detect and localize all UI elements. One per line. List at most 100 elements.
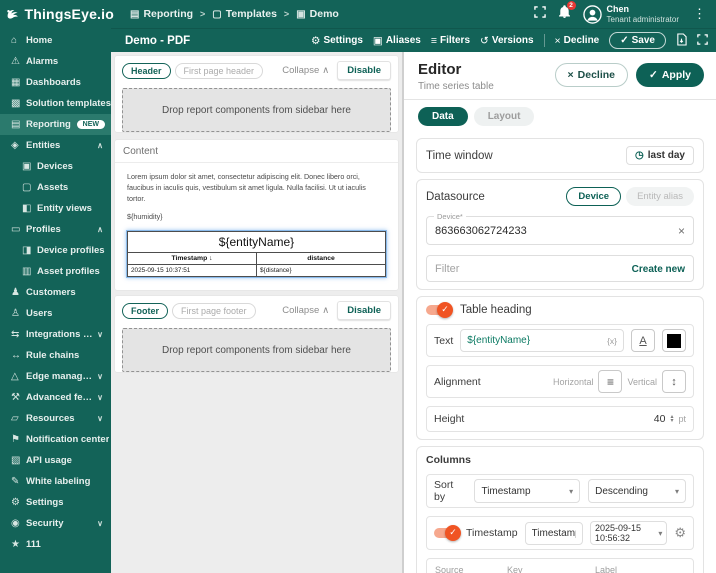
advanced-features-icon: ⚒ — [11, 392, 20, 403]
header-collapse-button[interactable]: Collapse ∧ — [282, 65, 329, 76]
content-variable[interactable]: ${humidity} — [115, 204, 398, 221]
settings-button[interactable]: ⚙ Settings — [311, 35, 363, 47]
chevron-up-icon: ∧ — [322, 65, 330, 76]
sidebar-item-111[interactable]: ★ 111 — [0, 534, 111, 555]
report-col-timestamp[interactable]: Timestamp ↓ — [127, 252, 257, 266]
sidebar-item-device-profiles[interactable]: ◨ Device profiles — [0, 240, 111, 261]
footer-tag-pill[interactable]: Footer — [122, 302, 168, 319]
sidebar-item-home[interactable]: ⌂ Home — [0, 30, 111, 51]
more-menu-button[interactable]: ⋮ — [691, 6, 708, 22]
brand-logo[interactable]: ThingsEye.io — [6, 4, 114, 24]
sidebar-item-white-labeling[interactable]: ✎ White labeling — [0, 471, 111, 492]
timestamp-settings-gear-icon[interactable]: ⚙ — [674, 525, 686, 541]
columns-label: Columns — [426, 454, 471, 466]
breadcrumb-templates[interactable]: ▢ Templates — [212, 8, 277, 20]
rule-chains-icon: ↔ — [11, 350, 21, 361]
chevron-up-icon: ∧ — [322, 305, 330, 317]
sidebar-item-profiles[interactable]: ▭ Profiles ∧ — [0, 219, 111, 240]
tab-layout[interactable]: Layout — [473, 107, 535, 126]
sidebar-item-alarms[interactable]: ⚠ Alarms — [0, 51, 111, 72]
sidebar-item-label: Edge management — [26, 371, 97, 382]
datasource-type-device[interactable]: Device — [566, 187, 622, 206]
sidebar-item-solution-templates[interactable]: ▩ Solution templates — [0, 93, 111, 114]
breadcrumb-demo[interactable]: ▣ Demo — [296, 8, 339, 20]
versions-button[interactable]: ↺ Versions — [480, 35, 534, 47]
editor-decline-button[interactable]: × Decline — [554, 63, 629, 87]
time-window-button[interactable]: ◷ last day — [626, 146, 694, 165]
content-section: Content Lorem ipsum dolor sit amet, cons… — [115, 140, 398, 291]
timestamp-column-toggle[interactable]: ✓ — [434, 524, 461, 541]
tab-data[interactable]: Data — [418, 107, 468, 126]
sidebar-item-dashboards[interactable]: ▦ Dashboards — [0, 72, 111, 93]
variable-substitution-icon[interactable]: {x} — [607, 336, 617, 346]
sidebar-item-rule-chains[interactable]: ↔ Rule chains — [0, 345, 111, 366]
sidebar-item-reporting[interactable]: ▤ Reporting NEW — [0, 114, 111, 135]
timestamp-date-select[interactable]: 2025-09-15 10:56:32 ▾ — [589, 521, 668, 545]
heading-text-input[interactable]: ${entityName} {x} — [460, 329, 624, 352]
device-field[interactable]: Device* 863663062724233 × — [426, 212, 694, 245]
notifications-button[interactable]: 2 — [558, 0, 576, 24]
sidebar-item-advanced-features[interactable]: ⚒ Advanced features∨ — [0, 387, 111, 408]
timestamp-label-input[interactable] — [524, 521, 583, 545]
font-settings-button[interactable]: A — [631, 329, 655, 352]
footer-disable-button[interactable]: Disable — [337, 301, 391, 321]
height-input[interactable]: 40 — [654, 413, 666, 425]
sidebar-item-notification-center[interactable]: ⚑ Notification center — [0, 429, 111, 450]
header-dropzone[interactable]: Drop report components from sidebar here — [122, 88, 391, 132]
sidebar-item-entities[interactable]: ◈ Entities ∧ — [0, 135, 111, 156]
save-button[interactable]: ✓ Save — [609, 32, 666, 49]
font-icon: A — [639, 334, 647, 347]
sidebar-item-devices[interactable]: ▣ Devices — [0, 156, 111, 177]
vertical-align-button[interactable]: ↕ — [662, 370, 686, 393]
datasource-type-entity-alias[interactable]: Entity alias — [626, 187, 694, 206]
sidebar-item-integrations-center[interactable]: ⇆ Integrations center∨ — [0, 324, 111, 345]
height-stepper[interactable]: ▴ ▾ — [670, 414, 673, 424]
chevron-down-icon: ∨ — [97, 414, 103, 423]
clear-device-icon[interactable]: × — [678, 224, 685, 238]
horizontal-align-button[interactable]: ≡ — [598, 370, 623, 393]
sort-arrow-icon: ↓ — [209, 255, 213, 263]
sidebar-item-edge-management[interactable]: △ Edge management∨ — [0, 366, 111, 387]
sort-key-select[interactable]: Timestamp ▾ — [474, 479, 581, 503]
sidebar-item-users[interactable]: ♙ Users — [0, 303, 111, 324]
sidebar-item-resources[interactable]: ▱ Resources ∨ — [0, 408, 111, 429]
decline-button[interactable]: × Decline — [555, 35, 600, 47]
user-menu[interactable]: Chen Tenant administrator — [582, 4, 679, 24]
sidebar-item-security[interactable]: ◉ Security ∨ — [0, 513, 111, 534]
sidebar-item-customers[interactable]: ♟ Customers — [0, 282, 111, 303]
breadcrumb-reporting[interactable]: ▤ Reporting — [130, 8, 193, 20]
editor-apply-button[interactable]: ✓ Apply — [636, 63, 704, 87]
sidebar-item-label: Users — [26, 308, 53, 319]
sidebar-item-asset-profiles[interactable]: ▥ Asset profiles — [0, 261, 111, 282]
new-badge: NEW — [76, 120, 105, 129]
sidebar-item-api-usage[interactable]: ▧ API usage — [0, 450, 111, 471]
sidebar-item-entity-views[interactable]: ◧ Entity views — [0, 198, 111, 219]
report-col-distance[interactable]: distance — [256, 252, 386, 266]
sidebar-item-settings[interactable]: ⚙ Settings — [0, 492, 111, 513]
fullscreen-button[interactable] — [533, 5, 546, 23]
footer-collapse-button[interactable]: Collapse ∧ — [282, 305, 329, 316]
sidebar-item-label: Advanced features — [26, 392, 97, 403]
header-disable-button[interactable]: Disable — [337, 61, 391, 80]
sidebar-item-label: Entities — [26, 140, 61, 151]
filter-field[interactable]: Filter Create new — [426, 255, 694, 282]
chevron-up-icon: ∧ — [97, 225, 103, 234]
report-table[interactable]: ${entityName} Timestamp ↓ distance 2025-… — [126, 230, 387, 279]
toolbar-fullscreen-button[interactable] — [697, 33, 708, 48]
first-page-header-pill[interactable]: First page header — [174, 62, 264, 79]
report-cell-distance: ${distance} — [256, 264, 386, 278]
footer-dropzone[interactable]: Drop report components from sidebar here — [122, 328, 391, 373]
export-pdf-button[interactable] — [676, 32, 687, 49]
table-heading-toggle[interactable]: ✓ — [426, 301, 453, 318]
user-name: Chen — [606, 4, 630, 15]
content-paragraph[interactable]: Lorem ipsum dolor sit amet, consectetur … — [115, 163, 398, 204]
create-new-link[interactable]: Create new — [632, 264, 685, 275]
step-down-icon[interactable]: ▾ — [670, 418, 673, 423]
sort-order-select[interactable]: Descending ▾ — [588, 479, 686, 503]
first-page-footer-pill[interactable]: First page footer — [172, 302, 256, 319]
sidebar-item-assets[interactable]: ▢ Assets — [0, 177, 111, 198]
aliases-button[interactable]: ▣ Aliases — [373, 35, 421, 47]
filters-button[interactable]: ≡ Filters — [431, 35, 470, 47]
text-color-button[interactable] — [662, 329, 686, 352]
header-tag-pill[interactable]: Header — [122, 62, 171, 79]
